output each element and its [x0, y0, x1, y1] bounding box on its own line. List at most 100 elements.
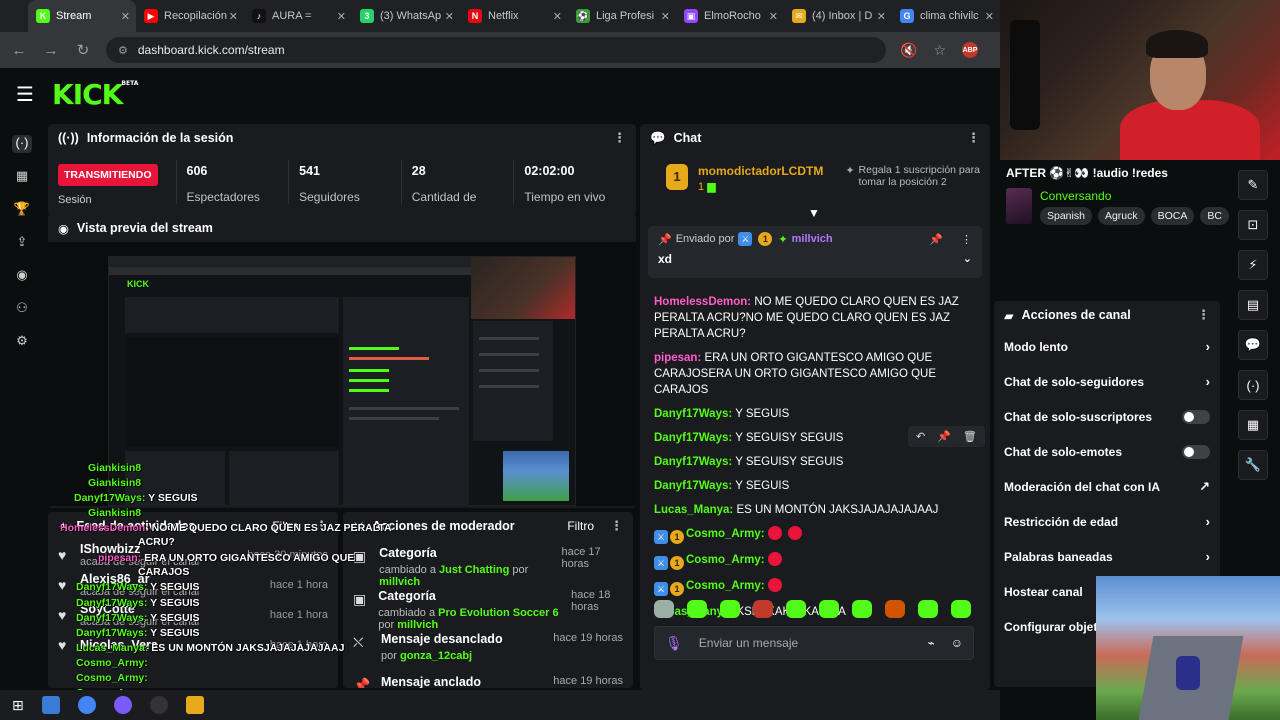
- browser-tab[interactable]: ⚽ Liga Profesi ✕: [568, 0, 676, 32]
- emote-icon[interactable]: [720, 600, 740, 618]
- notes-icon[interactable]: ▤: [1238, 290, 1268, 320]
- tab-close-icon[interactable]: ✕: [661, 10, 670, 23]
- chat-input[interactable]: 🎙 Enviar un mensaje ⌁ ☺: [654, 626, 974, 660]
- more-options-icon[interactable]: ⋮: [613, 130, 626, 146]
- toggle-switch[interactable]: [1182, 444, 1210, 459]
- broadcast-icon[interactable]: (·): [1238, 370, 1268, 400]
- browser-tab[interactable]: N Netflix ✕: [460, 0, 568, 32]
- toggle-switch[interactable]: [1182, 409, 1210, 424]
- taskbar-app-icon[interactable]: [185, 696, 204, 714]
- chat-username[interactable]: Danyf17Ways:: [654, 480, 732, 492]
- media-icon[interactable]: ▦: [1238, 410, 1268, 440]
- chat-username[interactable]: Danyf17Ways:: [654, 432, 732, 444]
- browser-tab[interactable]: Gclima chivilc ✕: [892, 0, 1000, 32]
- analytics-icon[interactable]: ▦: [12, 168, 32, 186]
- emote-icon[interactable]: [885, 600, 905, 618]
- chat-username[interactable]: pipesan:: [654, 352, 701, 364]
- browser-tab[interactable]: ♪ AURA = ✕: [244, 0, 352, 32]
- lightning-icon[interactable]: ⚡: [1238, 250, 1268, 280]
- tab-close-icon[interactable]: ✕: [445, 10, 454, 23]
- camera-icon[interactable]: ◉: [12, 267, 32, 285]
- collapse-gift-icon[interactable]: ▼: [808, 206, 820, 220]
- taskbar-obs-icon[interactable]: [149, 696, 168, 714]
- back-icon[interactable]: ←: [10, 42, 28, 59]
- channel-action-item[interactable]: Modo lento ›: [994, 329, 1220, 364]
- chat-more-icon[interactable]: ⋮: [967, 130, 980, 146]
- mic-icon[interactable]: 🎙: [665, 635, 683, 652]
- mod-detail-target[interactable]: gonza_12cabj: [400, 650, 472, 662]
- gift-prompt[interactable]: ✦ Regala 1 suscripción para tomar la pos…: [845, 164, 985, 188]
- site-info-icon[interactable]: ⚙: [118, 44, 128, 57]
- pinned-more-icon[interactable]: ⋮: [961, 233, 972, 246]
- mute-icon[interactable]: 🔇: [900, 42, 917, 59]
- settings-icon[interactable]: ⚙: [12, 333, 32, 351]
- channel-action-item[interactable]: Chat de solo-suscriptores: [994, 399, 1220, 434]
- url-field[interactable]: ⚙ dashboard.kick.com/stream: [106, 37, 886, 63]
- chat-username[interactable]: Cosmo_Army:: [686, 528, 765, 540]
- emote-icon[interactable]: [852, 600, 872, 618]
- taskbar-app-icon[interactable]: [41, 696, 60, 714]
- edit-icon[interactable]: ✎: [1238, 170, 1268, 200]
- chat-username[interactable]: Danyf17Ways:: [654, 456, 732, 468]
- stream-tag[interactable]: BC: [1200, 207, 1229, 225]
- emote-icon[interactable]: [918, 600, 938, 618]
- stream-icon[interactable]: (·): [12, 135, 32, 153]
- slash-commands-icon[interactable]: ⌁: [928, 636, 935, 650]
- mod-detail-target[interactable]: Pro Evolution Soccer 6: [438, 607, 558, 619]
- stream-tag[interactable]: Agruck: [1097, 207, 1145, 225]
- users-icon[interactable]: ⚇: [12, 300, 32, 318]
- pin-message-icon[interactable]: 📌: [937, 430, 951, 443]
- emoji-icon[interactable]: ☺: [951, 636, 963, 650]
- channel-action-item[interactable]: Restricción de edad ›: [994, 504, 1220, 539]
- mod-detail-target[interactable]: Just Chatting: [439, 564, 509, 576]
- chat-username[interactable]: HomelessDemon:: [654, 296, 751, 308]
- browser-tab[interactable]: 3 (3) WhatsAp ✕: [352, 0, 460, 32]
- mod-detail-by[interactable]: millvich: [397, 619, 438, 631]
- bookmark-star-icon[interactable]: ☆: [933, 42, 946, 59]
- wrench-icon[interactable]: 🔧: [1238, 450, 1268, 480]
- emote-icon[interactable]: [654, 600, 674, 618]
- reply-icon[interactable]: ↶: [916, 430, 925, 443]
- reload-icon[interactable]: ↻: [74, 41, 92, 59]
- mod-filter-button[interactable]: Filtro: [567, 519, 594, 533]
- camera-frame-icon[interactable]: ⊡: [1238, 210, 1268, 240]
- chat-bubble-icon[interactable]: 💬: [1238, 330, 1268, 360]
- chat-username[interactable]: Lucas_Manya:: [654, 504, 733, 516]
- channel-action-item[interactable]: Moderación del chat con IA ↗: [994, 469, 1220, 504]
- browser-tab[interactable]: ▶ Recopilación ✕: [136, 0, 244, 32]
- browser-tab[interactable]: ✉ (4) Inbox | D ✕: [784, 0, 892, 32]
- tab-close-icon[interactable]: ✕: [229, 10, 238, 23]
- trophy-icon[interactable]: 🏆: [12, 201, 32, 219]
- unpin-icon[interactable]: 📌: [929, 233, 943, 246]
- chat-username[interactable]: Danyf17Ways:: [654, 408, 732, 420]
- adblock-icon[interactable]: ABP: [962, 42, 978, 58]
- tab-close-icon[interactable]: ✕: [877, 10, 886, 23]
- tab-close-icon[interactable]: ✕: [337, 10, 346, 23]
- emote-icon[interactable]: [687, 600, 707, 618]
- emote-icon[interactable]: [753, 600, 773, 618]
- expand-pinned-icon[interactable]: ⌄: [963, 252, 972, 266]
- browser-tab[interactable]: ▣ ElmoRocho ✕: [676, 0, 784, 32]
- channel-action-item[interactable]: Chat de solo-seguidores ›: [994, 364, 1220, 399]
- emote-icon[interactable]: [819, 600, 839, 618]
- channel-action-item[interactable]: Chat de solo-emotes: [994, 434, 1220, 469]
- tab-close-icon[interactable]: ✕: [553, 10, 562, 23]
- emote-icon[interactable]: [786, 600, 806, 618]
- chat-username[interactable]: Cosmo_Army:: [686, 580, 765, 592]
- taskbar-chrome-icon[interactable]: [77, 696, 96, 714]
- stream-category[interactable]: Conversando: [1040, 189, 1111, 203]
- stream-tag[interactable]: Spanish: [1040, 207, 1092, 225]
- channel-action-item[interactable]: Palabras baneadas ›: [994, 539, 1220, 574]
- delete-icon[interactable]: 🗑: [963, 430, 977, 443]
- menu-icon[interactable]: ☰: [16, 82, 36, 107]
- stream-tag[interactable]: BOCA: [1150, 207, 1195, 225]
- tab-close-icon[interactable]: ✕: [985, 10, 994, 23]
- browser-tab[interactable]: K Stream ✕: [28, 0, 136, 32]
- chat-username[interactable]: Cosmo_Army:: [686, 554, 765, 566]
- emote-icon[interactable]: [951, 600, 971, 618]
- tab-close-icon[interactable]: ✕: [769, 10, 778, 23]
- windows-start-icon[interactable]: ⊞: [12, 697, 24, 714]
- kick-logo[interactable]: KICK BETA: [52, 78, 138, 111]
- forward-icon[interactable]: →: [42, 42, 60, 59]
- tab-close-icon[interactable]: ✕: [121, 10, 130, 23]
